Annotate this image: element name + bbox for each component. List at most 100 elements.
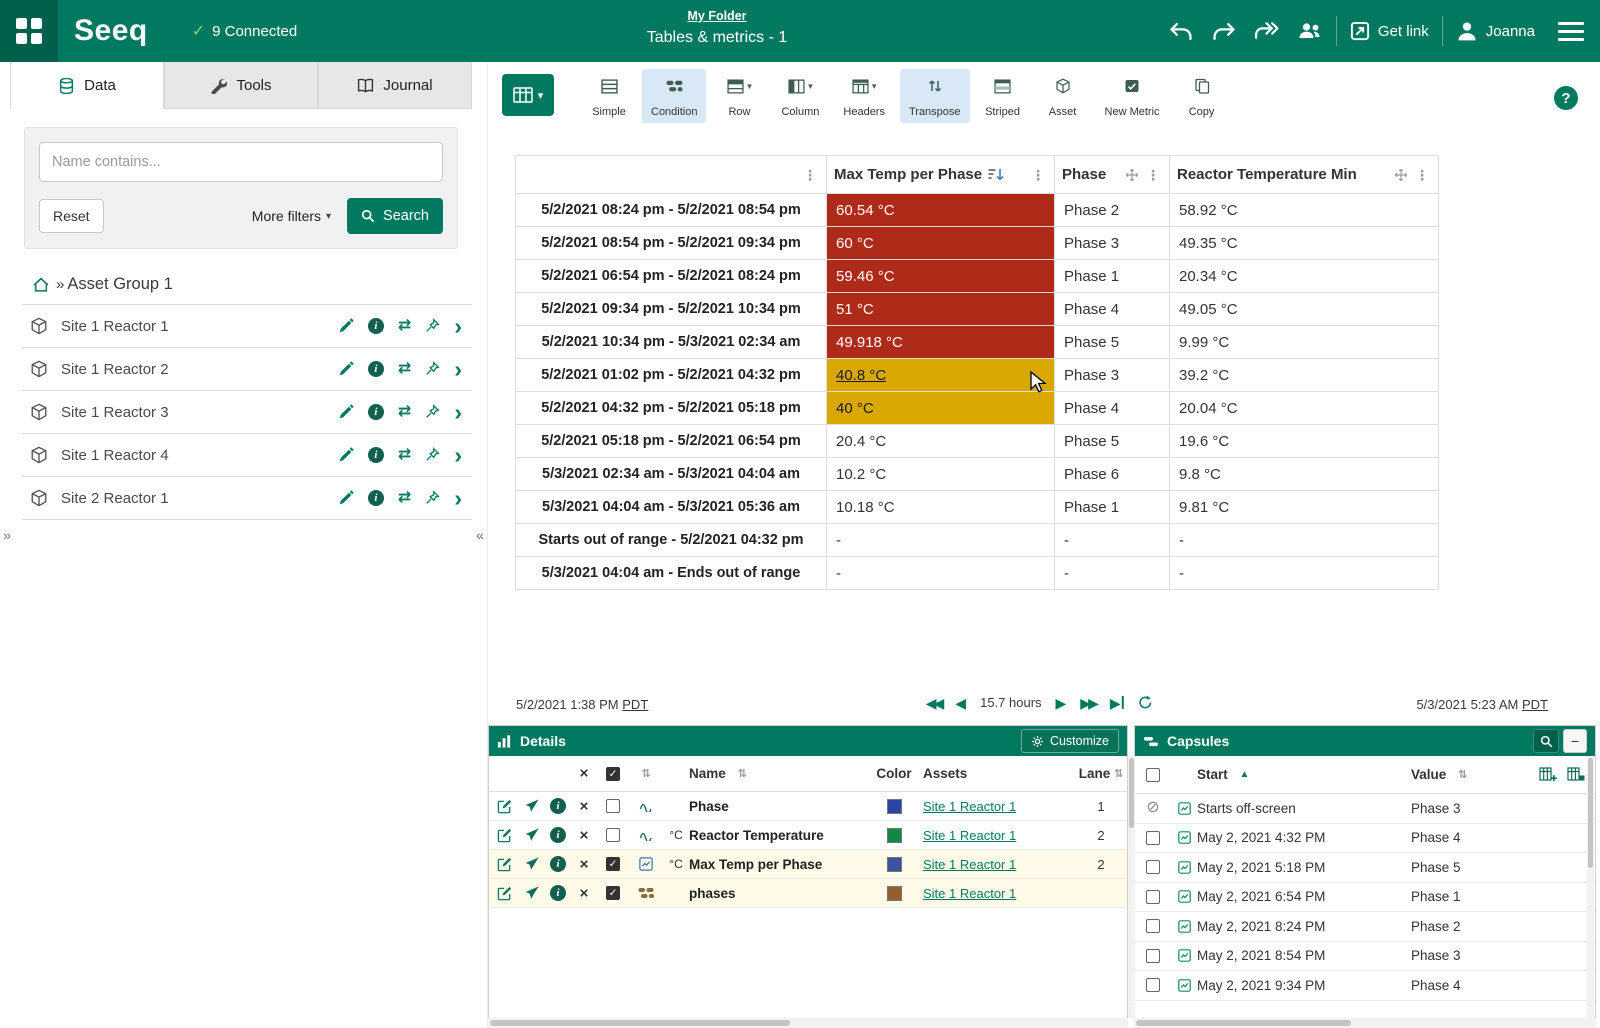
hamburger-menu-icon[interactable]	[1558, 22, 1584, 41]
range-end[interactable]: 5/3/2021 5:23 AM PDT	[1416, 697, 1548, 712]
share-forward-button[interactable]	[1250, 14, 1284, 48]
toolbar-new-metric-button[interactable]: New Metric	[1096, 69, 1169, 123]
step-to-end-button[interactable]: ▶	[1110, 696, 1124, 710]
details-row[interactable]: i × °C Reactor Temperature Site 1 Reacto…	[489, 821, 1127, 850]
asset-link[interactable]: Site 1 Reactor 1	[923, 828, 1016, 843]
metric-value-cell[interactable]: -	[827, 524, 1055, 557]
swap-asset-icon[interactable]: ⇄	[398, 361, 411, 377]
sort-desc-icon[interactable]	[987, 167, 1004, 182]
navigate-icon[interactable]	[519, 857, 545, 871]
color-swatch[interactable]	[887, 857, 902, 872]
toolbar-row-button[interactable]: ▾ Row	[712, 69, 766, 123]
chevron-right-icon[interactable]: ›	[454, 489, 462, 507]
item-name[interactable]: Phase	[689, 799, 865, 814]
swap-asset-icon[interactable]: ⇄	[398, 318, 411, 334]
metric-value-cell[interactable]: -	[827, 557, 1055, 590]
info-icon[interactable]: i	[368, 490, 384, 506]
timezone-link[interactable]: PDT	[1522, 697, 1548, 712]
capsule-checkbox[interactable]	[1146, 949, 1160, 963]
asset-group-name[interactable]: Asset Group 1	[67, 275, 172, 294]
metric-value-cell[interactable]: 20.4 °C	[827, 425, 1055, 458]
customize-button[interactable]: Customize	[1021, 729, 1119, 753]
toolbar-copy-button[interactable]: Copy	[1175, 69, 1229, 123]
swap-asset-icon[interactable]: ⇄	[398, 490, 411, 506]
reactor-temp-min-column-header[interactable]: Reactor Temperature Min⋮	[1170, 156, 1439, 194]
color-swatch[interactable]	[887, 886, 902, 901]
assets-header[interactable]: Assets	[923, 766, 1075, 781]
metric-value-cell[interactable]: 59.46 °C	[827, 260, 1055, 293]
info-icon[interactable]: i	[368, 318, 384, 334]
phase-column-header[interactable]: Phase⋮	[1055, 156, 1170, 194]
asset-name[interactable]: Site 1 Reactor 1	[61, 318, 338, 335]
details-row[interactable]: i × ✓ °C Max Temp per Phase Site 1 React…	[489, 850, 1127, 879]
search-input[interactable]	[39, 142, 443, 182]
toolbar-transpose-button[interactable]: Transpose	[900, 69, 970, 123]
chevron-right-icon[interactable]: ›	[454, 317, 462, 335]
tab-tools[interactable]: Tools	[164, 62, 318, 109]
asset-row[interactable]: Site 1 Reactor 2 i ⇄ ›	[22, 348, 472, 391]
column-menu-icon[interactable]: ⋮	[1413, 168, 1431, 182]
sort-type-icon[interactable]: ⇅	[629, 767, 663, 780]
chevron-right-icon[interactable]: ›	[454, 403, 462, 421]
timezone-link[interactable]: PDT	[622, 697, 648, 712]
user-menu[interactable]: Joanna	[1452, 20, 1539, 42]
pin-icon[interactable]	[425, 318, 440, 333]
sort-asc-icon[interactable]: ▲	[1240, 769, 1250, 780]
asset-name[interactable]: Site 1 Reactor 3	[61, 404, 338, 421]
add-column-icon[interactable]	[1539, 767, 1557, 783]
capsule-row[interactable]: May 2, 2021 4:32 PM Phase 4	[1135, 824, 1595, 854]
navigate-icon[interactable]	[519, 828, 545, 842]
info-icon[interactable]: i	[550, 885, 566, 901]
color-swatch[interactable]	[887, 828, 902, 843]
minimize-panel-button[interactable]: −	[1563, 729, 1587, 753]
asset-row[interactable]: Site 1 Reactor 3 i ⇄ ›	[22, 391, 472, 434]
info-icon[interactable]: i	[550, 827, 566, 843]
info-icon[interactable]: i	[550, 856, 566, 872]
step-forward-button[interactable]: ▶	[1056, 696, 1067, 710]
value-header[interactable]: Value	[1411, 767, 1446, 782]
remove-all-icon[interactable]: ×	[571, 766, 597, 781]
expand-panel-handle[interactable]: »	[0, 527, 14, 543]
metric-value-cell[interactable]: 40.8 °C	[827, 359, 1055, 392]
metric-value-cell[interactable]: 51 °C	[827, 293, 1055, 326]
metric-value-cell[interactable]: 49.918 °C	[827, 326, 1055, 359]
chevron-right-icon[interactable]: ›	[454, 446, 462, 464]
capsule-row[interactable]: May 2, 2021 9:34 PM Phase 4	[1135, 971, 1595, 1001]
help-button[interactable]: ?	[1554, 86, 1578, 110]
search-button[interactable]: Search	[347, 198, 443, 234]
metric-value-cell[interactable]: 60 °C	[827, 227, 1055, 260]
capsule-checkbox[interactable]	[1146, 919, 1160, 933]
details-row[interactable]: i × Phase Site 1 Reactor 1 1	[489, 792, 1127, 821]
name-header[interactable]: Name	[689, 766, 726, 781]
edit-icon[interactable]	[338, 404, 354, 420]
tab-journal[interactable]: Journal	[318, 62, 472, 109]
move-column-icon[interactable]	[1125, 168, 1139, 182]
asset-row[interactable]: Site 1 Reactor 1 i ⇄ ›	[22, 305, 472, 348]
select-all-checkbox[interactable]: ✓	[606, 767, 620, 781]
remove-icon[interactable]: ×	[571, 886, 597, 901]
edit-icon[interactable]	[338, 361, 354, 377]
app-launcher-button[interactable]	[0, 0, 58, 62]
capsules-horizontal-scrollbar[interactable]	[1134, 1018, 1596, 1028]
edit-icon[interactable]	[489, 799, 519, 814]
info-icon[interactable]: i	[368, 447, 384, 463]
asset-link[interactable]: Site 1 Reactor 1	[923, 886, 1016, 901]
color-swatch[interactable]	[887, 799, 902, 814]
details-row[interactable]: i × ✓ phases Site 1 Reactor 1	[489, 879, 1127, 908]
toolbar-column-button[interactable]: ▾ Column	[772, 69, 828, 123]
toolbar-striped-button[interactable]: Striped	[976, 69, 1030, 123]
swap-asset-icon[interactable]: ⇄	[398, 447, 411, 463]
item-name[interactable]: phases	[689, 886, 865, 901]
asset-name[interactable]: Site 1 Reactor 2	[61, 361, 338, 378]
toolbar-condition-button[interactable]: Condition	[642, 69, 706, 123]
details-horizontal-scrollbar[interactable]	[488, 1018, 1128, 1028]
get-link-button[interactable]: Get link	[1346, 21, 1433, 41]
select-all-checkbox[interactable]	[1146, 768, 1160, 782]
table-view-selector-button[interactable]: ▾	[502, 74, 554, 116]
users-access-button[interactable]	[1293, 14, 1327, 48]
metric-value-cell[interactable]: 10.18 °C	[827, 491, 1055, 524]
step-back-fast-button[interactable]: ◀◀	[926, 696, 942, 710]
home-icon[interactable]	[32, 277, 50, 293]
asset-link[interactable]: Site 1 Reactor 1	[923, 857, 1016, 872]
column-menu-icon[interactable]: ⋮	[1144, 168, 1162, 182]
